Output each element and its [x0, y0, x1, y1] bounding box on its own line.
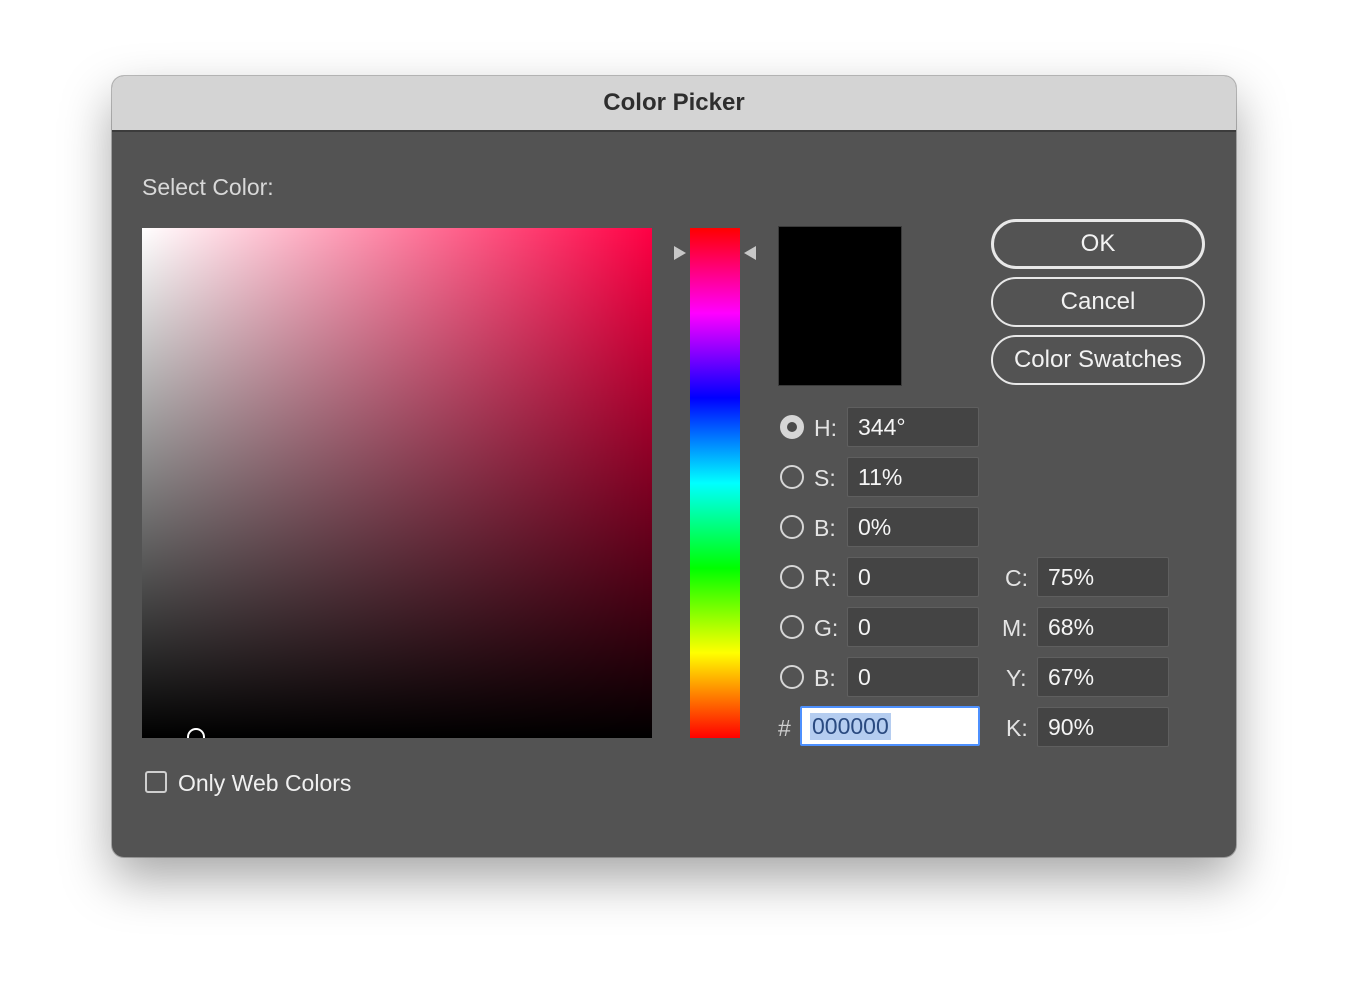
saturation-radio[interactable] — [780, 465, 804, 489]
hue-label: H: — [814, 415, 837, 441]
window-title: Color Picker — [603, 89, 745, 116]
saturation-input[interactable]: 11% — [847, 457, 979, 497]
title-bar[interactable]: Color Picker — [112, 76, 1236, 132]
blue-input[interactable]: 0 — [847, 657, 979, 697]
blue-label: B: — [814, 665, 836, 691]
hue-slider-right-arrow-icon[interactable] — [744, 246, 756, 260]
brightness-label: B: — [814, 515, 836, 541]
yellow-input[interactable]: 67% — [1037, 657, 1169, 697]
brightness-input[interactable]: 0% — [847, 507, 979, 547]
brightness-radio[interactable] — [780, 515, 804, 539]
blue-radio[interactable] — [780, 665, 804, 689]
cyan-input[interactable]: 75% — [1037, 557, 1169, 597]
color-preview-swatch — [778, 226, 902, 386]
red-label: R: — [814, 565, 837, 591]
green-input[interactable]: 0 — [847, 607, 979, 647]
only-web-colors-label[interactable]: Only Web Colors — [178, 770, 351, 797]
hex-label: # — [778, 715, 791, 741]
magenta-label: M: — [1002, 615, 1028, 641]
black-input[interactable]: 90% — [1037, 707, 1169, 747]
black-label: K: — [1006, 715, 1028, 741]
hue-slider[interactable] — [690, 228, 740, 738]
hue-slider-left-arrow-icon[interactable] — [674, 246, 686, 260]
cyan-label: C: — [1005, 565, 1028, 591]
hue-input[interactable]: 344° — [847, 407, 979, 447]
color-picker-dialog: Color Picker Select Color: OK Cancel Col… — [112, 76, 1236, 857]
saturation-label: S: — [814, 465, 836, 491]
ok-button[interactable]: OK — [991, 219, 1205, 269]
select-color-label: Select Color: — [142, 174, 274, 200]
hex-input[interactable]: 000000 — [800, 706, 980, 746]
green-label: G: — [814, 615, 839, 641]
color-swatches-button[interactable]: Color Swatches — [991, 335, 1205, 385]
yellow-label: Y: — [1006, 665, 1027, 691]
green-radio[interactable] — [780, 615, 804, 639]
saturation-brightness-field[interactable] — [142, 228, 652, 738]
red-input[interactable]: 0 — [847, 557, 979, 597]
red-radio[interactable] — [780, 565, 804, 589]
color-field-marker[interactable] — [187, 728, 205, 738]
magenta-input[interactable]: 68% — [1037, 607, 1169, 647]
hex-value-selection: 000000 — [810, 712, 891, 740]
hue-radio[interactable] — [780, 415, 804, 439]
only-web-colors-checkbox[interactable] — [145, 771, 167, 793]
cancel-button[interactable]: Cancel — [991, 277, 1205, 327]
